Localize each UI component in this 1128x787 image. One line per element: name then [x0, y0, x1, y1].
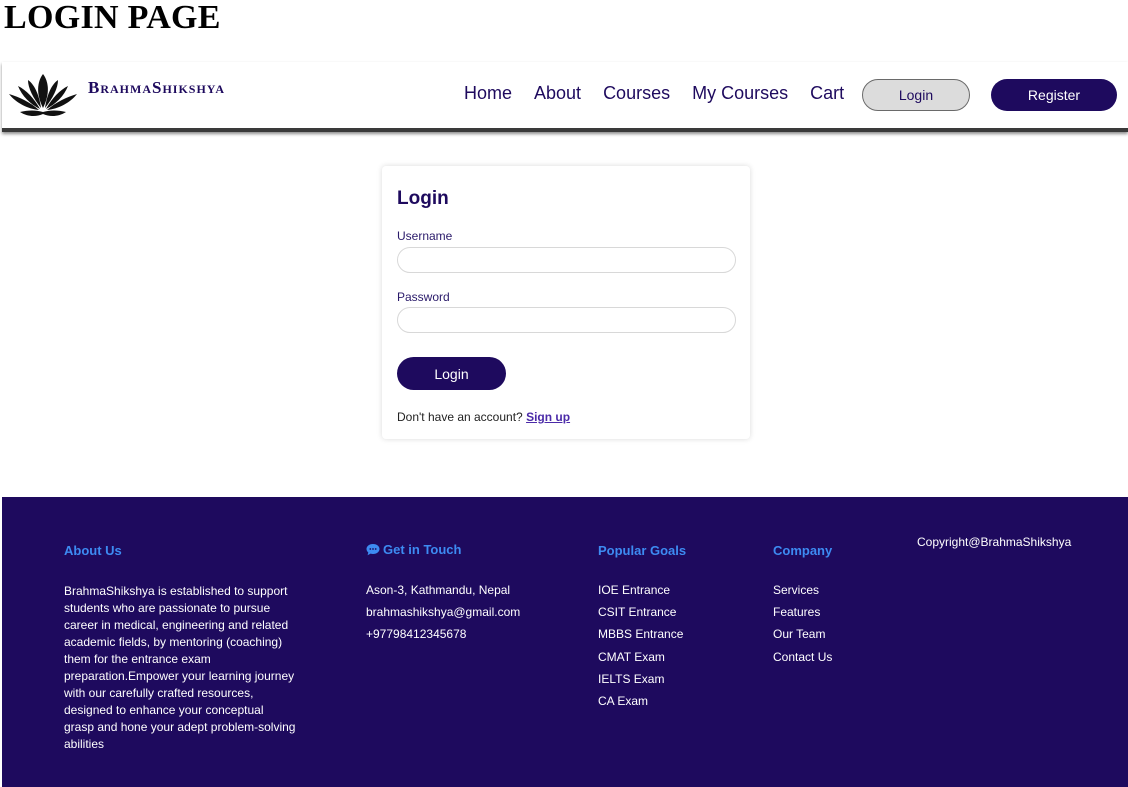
footer-contact-phone[interactable]: +97798412345678 [366, 627, 520, 649]
footer-goal-item[interactable]: IELTS Exam [598, 672, 683, 694]
nav-link-about[interactable]: About [534, 83, 581, 104]
footer-contact-list: Ason-3, Kathmandu, Nepal brahmashikshya@… [366, 583, 520, 650]
footer-contact-heading: Get in Touch [366, 542, 461, 557]
footer-contact-address: Ason-3, Kathmandu, Nepal [366, 583, 511, 597]
page-heading: LOGIN PAGE [4, 0, 221, 36]
copyright-text: Copyright@BrahmaShikshya [917, 535, 1072, 549]
nav-link-home[interactable]: Home [464, 83, 512, 104]
no-account-text: Don't have an account? [397, 410, 523, 424]
footer-company-item-features[interactable]: Features [773, 605, 832, 627]
footer-goals-list: IOE Entrance CSIT Entrance MBBS Entrance… [598, 583, 683, 716]
footer-contact-email[interactable]: brahmashikshya@gmail.com [366, 605, 520, 627]
footer-goal-item[interactable]: MBBS Entrance [598, 627, 683, 649]
footer-goals-heading: Popular Goals [598, 543, 687, 558]
password-label: Password [397, 290, 450, 304]
footer: About Us BrahmaShikshya is established t… [2, 497, 1128, 787]
chat-bubble-icon [366, 544, 380, 556]
login-card: Login Username Password Login Don't have… [382, 166, 750, 439]
footer-contact-heading-label: Get in Touch [383, 542, 462, 557]
lotus-logo-icon [9, 74, 77, 117]
brand-name: BrahmaShikshya [88, 78, 226, 97]
brand-logo-link[interactable]: BrahmaShikshya [6, 72, 225, 118]
footer-company-item-services[interactable]: Services [773, 583, 832, 605]
footer-about-heading: About Us [64, 543, 122, 558]
footer-goal-item[interactable]: CA Exam [598, 694, 683, 716]
nav-register-button[interactable]: Register [991, 79, 1117, 111]
nav-login-button[interactable]: Login [862, 79, 970, 111]
nav-link-cart[interactable]: Cart [810, 83, 844, 104]
login-submit-button[interactable]: Login [397, 357, 506, 390]
footer-company-list: Services Features Our Team Contact Us [773, 583, 832, 672]
nav-link-my-courses[interactable]: My Courses [692, 83, 788, 104]
username-label: Username [397, 229, 453, 243]
nav-link-courses[interactable]: Courses [603, 83, 670, 104]
footer-company-item-contact-us[interactable]: Contact Us [773, 650, 832, 672]
footer-company-heading: Company [773, 543, 833, 558]
signup-link[interactable]: Sign up [526, 410, 570, 424]
footer-goal-item[interactable]: CSIT Entrance [598, 605, 683, 627]
main-nav: Home About Courses My Courses Cart [464, 83, 866, 104]
footer-company-item-our-team[interactable]: Our Team [773, 627, 832, 649]
footer-goal-item[interactable]: CMAT Exam [598, 650, 683, 672]
username-input[interactable] [397, 247, 736, 273]
login-title: Login [397, 188, 449, 209]
password-input[interactable] [397, 307, 736, 333]
footer-about-text: BrahmaShikshya is established to support… [64, 584, 296, 751]
signup-prompt: Don't have an account? Sign up [397, 410, 570, 424]
navbar: BrahmaShikshya Home About Courses My Cou… [2, 62, 1128, 132]
footer-goal-item[interactable]: IOE Entrance [598, 583, 683, 605]
